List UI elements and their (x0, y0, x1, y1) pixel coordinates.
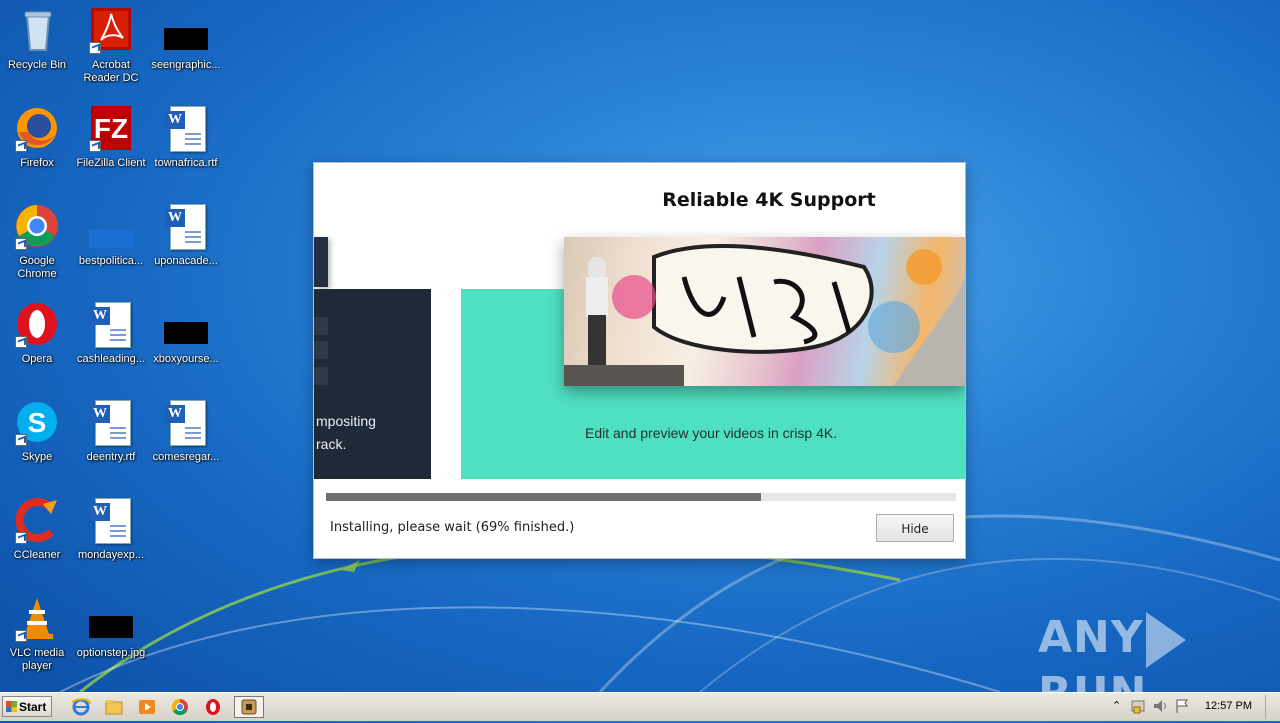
volume-icon[interactable] (1152, 698, 1168, 719)
vlc-cone-icon (13, 594, 61, 642)
previous-slide-bar (314, 317, 328, 335)
taskbar-installer-icon[interactable] (234, 696, 264, 718)
desktop-icon-deentry[interactable]: W deentry.rtf (74, 398, 148, 464)
word-document-icon: W (87, 496, 135, 544)
desktop-icon-uponacade[interactable]: W uponacade... (149, 202, 223, 268)
image-file-icon (162, 300, 210, 348)
desktop-icon-seengraphic[interactable]: seengraphic... (149, 6, 223, 72)
install-progress-fill (326, 493, 761, 501)
acrobat-icon (87, 6, 135, 54)
windows-logo-icon (6, 701, 17, 712)
opera-icon (13, 300, 61, 348)
desktop-icon-chrome[interactable]: Google Chrome (0, 202, 74, 281)
desktop-icon-label: Acrobat Reader DC (83, 59, 139, 84)
desktop-icon-label: Skype (21, 451, 53, 463)
taskbar-media-player-icon[interactable] (134, 696, 160, 718)
previous-slide-panel: mpositing rack. (314, 289, 431, 479)
desktop-icon-optionstep[interactable]: optionstep.jpg (74, 594, 148, 660)
desktop-icon-label: townafrica.rtf (154, 157, 218, 169)
play-logo-icon (1145, 612, 1186, 668)
desktop-icon-ccleaner[interactable]: CCleaner (0, 496, 74, 562)
system-tray: ⌃ 12:57 PM (1100, 693, 1280, 721)
desktop-icon-recycle-bin[interactable]: Recycle Bin (0, 6, 74, 72)
image-file-icon (162, 6, 210, 54)
previous-slide-thumbnail (314, 237, 328, 287)
slide-caption: Edit and preview your videos in crisp 4K… (585, 425, 838, 441)
ccleaner-icon (13, 496, 61, 544)
taskbar-chrome-icon[interactable] (167, 696, 193, 718)
start-button[interactable]: Start (2, 696, 52, 717)
svg-text:S: S (28, 407, 47, 438)
firefox-icon (13, 104, 61, 152)
word-document-icon: W (162, 398, 210, 446)
taskbar-opera-icon[interactable] (200, 696, 226, 718)
desktop-icon-label: Opera (21, 353, 53, 365)
desktop-icon-filezilla[interactable]: FZ FileZilla Client (74, 104, 148, 170)
desktop-icon-townafrica[interactable]: W townafrica.rtf (149, 104, 223, 170)
desktop-icon-acrobat[interactable]: Acrobat Reader DC (74, 6, 148, 85)
show-desktop-button[interactable] (1265, 695, 1280, 719)
desktop-icon-cashleading[interactable]: W cashleading... (74, 300, 148, 366)
desktop-icon-label: optionstep.jpg (76, 647, 146, 659)
image-file-icon (87, 594, 135, 642)
desktop-icon-vlc[interactable]: VLC media player (0, 594, 74, 673)
desktop-icon-label: CCleaner (13, 549, 61, 561)
taskbar: Start ⌃ 12:57 PM (0, 692, 1280, 721)
desktop-icon-comesregar[interactable]: W comesregar... (149, 398, 223, 464)
file-icon (87, 202, 135, 250)
desktop-icon-opera[interactable]: Opera (0, 300, 74, 366)
graffiti-preview-image (564, 237, 965, 386)
filezilla-icon: FZ (87, 104, 135, 152)
word-document-icon: W (162, 104, 210, 152)
desktop-icon-label: cashleading... (77, 353, 145, 365)
desktop-icon-bestpolitica[interactable]: bestpolitica... (74, 202, 148, 268)
slide-title: Reliable 4K Support (662, 189, 876, 211)
desktop-icon-firefox[interactable]: Firefox (0, 104, 74, 170)
desktop-icon-label: Recycle Bin (7, 59, 67, 71)
word-document-icon: W (87, 300, 135, 348)
desktop-icon-label: xboxyourse... (153, 353, 219, 365)
desktop-icon-skype[interactable]: S Skype (0, 398, 74, 464)
desktop-icon-label: VLC media player (9, 647, 65, 672)
desktop-icon-label: bestpolitica... (78, 255, 144, 267)
desktop-icon-label: mondayexp... (77, 549, 145, 561)
previous-slide-text: rack. (316, 436, 347, 452)
desktop-icon-label: deentry.rtf (86, 451, 136, 463)
hide-button[interactable]: Hide (876, 514, 954, 542)
install-status-text: Installing, please wait (69% finished.) (330, 520, 575, 535)
desktop-icon-mondayexp[interactable]: W mondayexp... (74, 496, 148, 562)
desktop-icon-label: Firefox (20, 157, 54, 169)
chrome-icon (13, 202, 61, 250)
word-document-icon: W (87, 398, 135, 446)
taskbar-clock[interactable]: 12:57 PM (1205, 700, 1252, 712)
watermark-left-text: ANY (1038, 612, 1144, 663)
start-label: Start (19, 700, 47, 714)
desktop-icon-label: FileZilla Client (76, 157, 146, 169)
action-center-icon[interactable] (1130, 698, 1146, 719)
word-document-icon: W (162, 202, 210, 250)
desktop-icon-label: comesregar... (152, 451, 220, 463)
install-progress-bar (326, 493, 956, 501)
taskbar-ie-icon[interactable] (68, 696, 94, 718)
skype-icon: S (13, 398, 61, 446)
show-hidden-icons-icon[interactable]: ⌃ (1112, 699, 1121, 712)
recycle-bin-icon (13, 6, 61, 54)
desktop-icon-label: uponacade... (154, 255, 218, 267)
desktop-icon-xboxyourse[interactable]: xboxyourse... (149, 300, 223, 366)
previous-slide-bar (314, 367, 328, 385)
desktop-icon-label: seengraphic... (151, 59, 221, 71)
notification-flag-icon[interactable] (1174, 698, 1190, 719)
taskbar-explorer-icon[interactable] (101, 696, 127, 718)
previous-slide-text: mpositing (316, 413, 376, 429)
desktop-icon-label: Google Chrome (17, 255, 57, 280)
previous-slide-bar (314, 341, 328, 359)
installer-window: Reliable 4K Support mpositing rack. Edit… (314, 163, 965, 558)
